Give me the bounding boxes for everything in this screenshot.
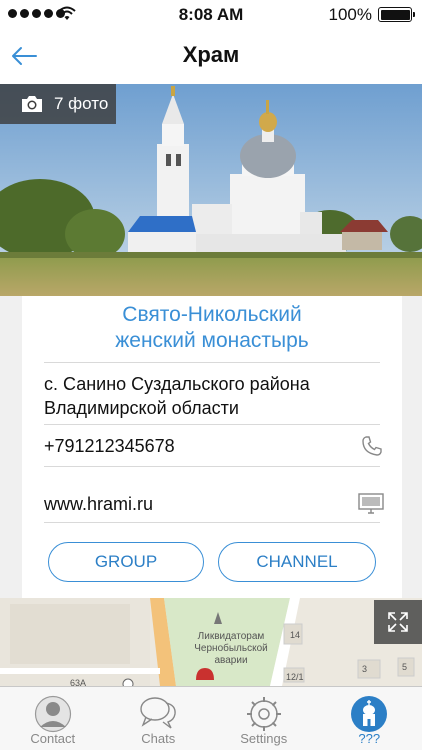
- group-button[interactable]: GROUP: [48, 542, 204, 582]
- church-icon: [351, 696, 388, 732]
- camera-icon: [22, 96, 42, 112]
- church-photo[interactable]: 7 фото: [0, 84, 422, 296]
- divider: [44, 362, 380, 363]
- page-title: Храм: [182, 42, 240, 67]
- place-name-line1: Свято-Никольский: [122, 303, 302, 326]
- divider: [44, 424, 380, 425]
- navigation-bar: Храм: [0, 28, 422, 84]
- tab-bar: Contact Chats Settings ???: [0, 686, 422, 750]
- house-number: 14: [290, 630, 301, 640]
- house-number: 63А: [70, 678, 87, 686]
- tab-label: ???: [358, 731, 381, 746]
- tab-mystery[interactable]: ???: [317, 687, 422, 750]
- address: с. Санино Суздальского района Владимирск…: [44, 372, 374, 420]
- gear-icon: [246, 697, 281, 731]
- place-name: Свято-Никольский женский монастырь: [22, 302, 402, 354]
- channel-button[interactable]: CHANNEL: [218, 542, 376, 582]
- battery-percent: 100%: [328, 5, 372, 24]
- memorial-label: Ликвидаторам Чернобыльской аварии: [176, 631, 286, 667]
- house-number: 12/1: [286, 672, 304, 682]
- photo-count-label: 7 фото: [54, 94, 109, 113]
- house-number: 3: [362, 664, 368, 674]
- location-map[interactable]: Ликвидаторам Чернобыльской аварии 14 3 5…: [0, 598, 422, 686]
- divider: [44, 522, 380, 523]
- expand-icon: [388, 612, 408, 632]
- tab-label: Contact: [30, 731, 76, 746]
- divider: [44, 466, 380, 467]
- battery-icon: [378, 7, 415, 22]
- monitor-icon[interactable]: [358, 492, 384, 516]
- chat-bubbles-icon: [140, 697, 177, 729]
- map-label-line: Чернобыльской: [194, 643, 268, 654]
- tab-settings[interactable]: Settings: [211, 687, 317, 750]
- tab-label: Settings: [240, 731, 288, 746]
- map-label-line: Ликвидаторам: [197, 631, 265, 642]
- phone-icon[interactable]: [360, 434, 384, 458]
- tab-label: Chats: [141, 731, 176, 746]
- status-bar: 8:08 AM 100%: [0, 0, 422, 28]
- photo-count-badge[interactable]: 7 фото: [0, 84, 116, 124]
- address-line2: Владимирской области: [44, 398, 239, 418]
- expand-map-button[interactable]: [374, 600, 422, 644]
- website-link[interactable]: www.hrami.ru: [44, 494, 153, 515]
- address-line1: с. Санино Суздальского района: [44, 374, 310, 394]
- tab-chats[interactable]: Chats: [106, 687, 212, 750]
- house-number: 5: [402, 662, 408, 672]
- place-name-line2: женский монастырь: [115, 329, 309, 352]
- tab-contact[interactable]: Contact: [0, 687, 106, 750]
- person-icon: [34, 695, 71, 733]
- map-label-line: аварии: [214, 655, 248, 666]
- place-info-card: Свято-Никольский женский монастырь с. Са…: [22, 296, 402, 598]
- phone-number[interactable]: +791212345678: [44, 436, 175, 457]
